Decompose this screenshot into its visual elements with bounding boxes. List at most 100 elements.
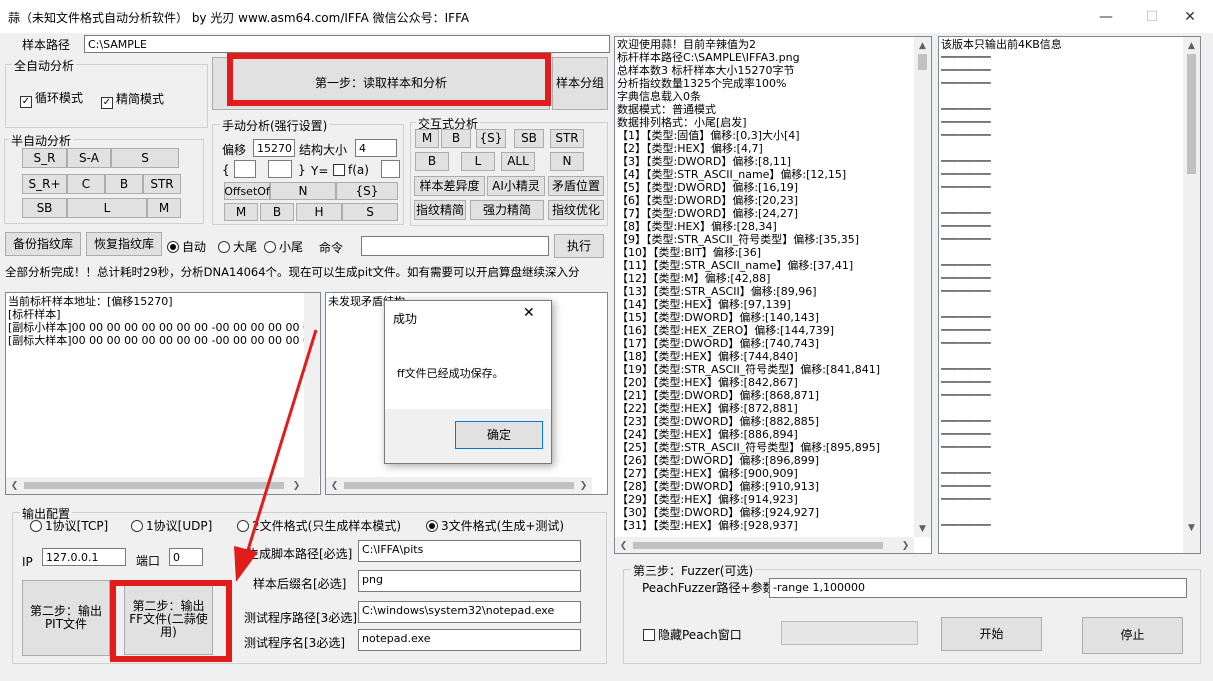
check-icon: ✓ [101, 97, 113, 109]
hex-row: ━━━━━━ ━━━━━━ ━━━━━━ [941, 158, 991, 165]
scroll-left-icon[interactable]: ❮ [6, 477, 23, 494]
semi-c-button[interactable]: C [67, 174, 105, 194]
fa-input[interactable] [381, 160, 400, 178]
scroll-up-icon[interactable]: ▲ [914, 37, 931, 54]
brace-close: } [298, 163, 306, 177]
proto-udp-radio[interactable]: 1协议[UDP] [131, 517, 212, 534]
endian-auto-radio[interactable]: 自动 [167, 238, 206, 255]
stop-button[interactable]: 停止 [1082, 617, 1183, 654]
sample-path-input[interactable]: C:\SAMPLE [84, 35, 610, 53]
dialog-ok-button[interactable]: 确定 [455, 421, 543, 449]
hex-row: ━━━━━━ ━━━━━━ ━━━━━━ [941, 496, 991, 503]
endian-big-radio[interactable]: 大尾 [218, 238, 257, 255]
endian-auto-label: 自动 [182, 240, 207, 254]
fingerprint-simplify-button[interactable]: 指纹精简 [414, 200, 466, 220]
semi-sa-button[interactable]: S-A [67, 148, 111, 168]
inter-s-brace-button[interactable]: {S} [476, 129, 506, 148]
scroll-down-icon[interactable]: ▼ [1183, 519, 1200, 536]
hex-row: ━━━━━━ ━━━━━━ ━━━━━━ [941, 275, 991, 282]
script-path-input[interactable]: C:\IFFA\pits [358, 540, 581, 562]
struct-size-input[interactable]: 4 [355, 139, 397, 157]
log-line: 标杆样本路径C:\SAMPLE\IFFA3.png [617, 51, 800, 64]
offset-input[interactable]: 15270 [253, 139, 295, 157]
semi-s-button[interactable]: S [111, 148, 179, 168]
manual-n-button[interactable]: N [270, 182, 336, 200]
scroll-left-icon[interactable]: ❮ [615, 537, 632, 554]
ip-input[interactable]: 127.0.0.1 [42, 548, 126, 566]
log-line: 【8】【类型:HEX】偏移:[28,34] [617, 220, 777, 233]
manual-s-button[interactable]: S [342, 203, 398, 221]
inter-sb-button[interactable]: SB [514, 129, 544, 148]
start-button[interactable]: 开始 [941, 617, 1042, 651]
hex-vscroll[interactable]: ▲ ▼ [1183, 37, 1200, 553]
manual-b-button[interactable]: B [260, 203, 294, 221]
semi-srplus-button[interactable]: S_R+ [22, 174, 67, 194]
backup-fingerprint-button[interactable]: 备份指纹库 [5, 232, 81, 256]
semi-sb-button[interactable]: SB [22, 198, 67, 218]
log-line: 字典信息载入0条 [617, 90, 701, 103]
minimize-icon[interactable]: — [1083, 0, 1129, 33]
offsetof-button[interactable]: OffsetOf [224, 182, 270, 200]
log-vscroll[interactable]: ▲ ▼ [914, 37, 931, 537]
radio-off-icon [131, 520, 143, 532]
manual-h-button[interactable]: H [296, 203, 342, 221]
hex-row [941, 298, 1198, 311]
log-line: 【21】【类型:DWORD】偏移:[868,871] [617, 389, 820, 402]
port-input[interactable]: 0 [169, 548, 203, 566]
sample-group-button[interactable]: 样本分组 [552, 57, 608, 110]
semi-sr-button[interactable]: S_R [22, 148, 67, 168]
sample-ext-input[interactable]: png [358, 570, 581, 592]
brace-end-input[interactable] [268, 160, 292, 178]
log-line: 【15】【类型:DWORD】偏移:[140,143] [617, 311, 820, 324]
execute-button[interactable]: 执行 [554, 234, 604, 258]
test-program-name-input[interactable]: notepad.exe [358, 629, 581, 651]
scroll-thumb[interactable] [1187, 54, 1196, 174]
hex-row: ━━━━━━ ━━━━━━ ━━━━━━ [941, 106, 991, 113]
hide-peach-checkbox[interactable]: 隐藏Peach窗口 [643, 626, 742, 643]
ai-sprite-button[interactable]: AI小精灵 [487, 176, 545, 196]
format-test-radio[interactable]: 3文件格式(生成+测试) [426, 517, 564, 534]
scroll-thumb[interactable] [633, 542, 883, 549]
simple-mode-checkbox[interactable]: ✓ 精简模式 [101, 90, 164, 109]
scroll-up-icon[interactable]: ▲ [1183, 37, 1200, 54]
test-program-path-input[interactable]: C:\windows\system32\notepad.exe [358, 601, 581, 623]
scroll-right-icon[interactable]: ❯ [897, 537, 914, 554]
semi-m-button[interactable]: M [147, 198, 181, 218]
inter-b-button[interactable]: B [441, 129, 471, 148]
inter-m-button[interactable]: M [415, 129, 439, 148]
hex-row: ━━━━━━ ━━━━━━ ━━━━━━ [941, 379, 991, 386]
hex-row [941, 90, 1198, 103]
inter-all-button[interactable]: ALL [501, 152, 535, 171]
command-input[interactable] [361, 236, 549, 256]
restore-fingerprint-button[interactable]: 恢复指纹库 [86, 232, 162, 256]
scroll-thumb[interactable] [918, 54, 927, 70]
scroll-right-icon[interactable]: ❯ [575, 477, 592, 494]
endian-small-radio[interactable]: 小尾 [264, 238, 303, 255]
semi-l-button[interactable]: L [67, 198, 147, 218]
scroll-thumb[interactable] [344, 482, 574, 489]
semi-str-button[interactable]: STR [143, 174, 181, 194]
mid-panel-hscroll[interactable]: ❮ ❯ [326, 477, 592, 494]
loop-mode-checkbox[interactable]: ✓ 循环模式 [20, 89, 83, 108]
brace-start-input[interactable] [234, 160, 256, 178]
inter-str-button[interactable]: STR [550, 129, 584, 148]
log-line: 【17】【类型:DWORD】偏移:[740,743] [617, 337, 820, 350]
proto-tcp-radio[interactable]: 1协议[TCP] [30, 517, 108, 534]
inter-l-button[interactable]: L [461, 152, 495, 171]
inter-n-button[interactable]: N [550, 152, 584, 171]
step2-output-pit-button[interactable]: 第二步：输出PIT文件 [22, 580, 110, 656]
inter-b2-button[interactable]: B [415, 152, 449, 171]
dialog-close-icon[interactable]: ✕ [523, 305, 535, 321]
scroll-down-icon[interactable]: ▼ [914, 520, 931, 537]
fingerprint-optimize-button[interactable]: 指纹优化 [548, 200, 604, 220]
conflict-position-button[interactable]: 矛盾位置 [548, 176, 604, 196]
manual-s-brace-button[interactable]: {S} [336, 182, 398, 200]
log-hscroll[interactable]: ❮ ❯ [615, 537, 914, 553]
fa-checkbox[interactable]: f(a) [333, 163, 369, 177]
strong-simplify-button[interactable]: 强力精简 [470, 200, 544, 220]
close-icon[interactable]: ✕ [1167, 0, 1213, 33]
manual-m-button[interactable]: M [224, 203, 258, 221]
peach-path-input[interactable]: -range 1,100000 [769, 578, 1187, 598]
sample-diff-button[interactable]: 样本差异度 [414, 176, 485, 196]
semi-b-button[interactable]: B [105, 174, 143, 194]
